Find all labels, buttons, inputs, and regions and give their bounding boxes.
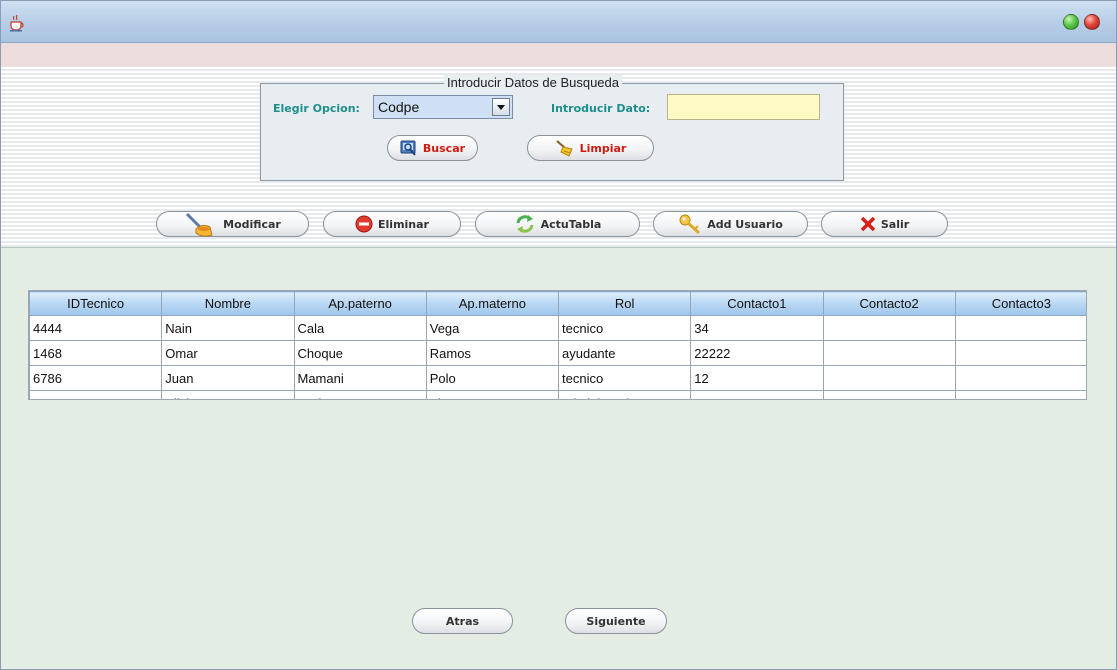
table-cell[interactable]: 6786 (29, 365, 163, 391)
column-header[interactable]: Nombre (161, 291, 295, 316)
table-cell[interactable]: Omar (161, 340, 295, 366)
clear-button[interactable]: Limpiar (527, 135, 654, 161)
table-cell[interactable]: 22222 (690, 340, 824, 366)
table-cell[interactable] (822, 315, 956, 341)
next-button[interactable]: Siguiente (565, 608, 667, 634)
table-cell[interactable]: ayudante (557, 340, 692, 366)
clear-button-label: Limpiar (579, 141, 627, 155)
key-icon (679, 214, 701, 235)
column-header[interactable]: Ap.paterno (293, 291, 427, 316)
table-cell[interactable]: tecnico (557, 365, 692, 391)
table-cell[interactable]: 1222 (822, 390, 956, 399)
table-cell[interactable]: administrador (557, 390, 692, 399)
data-label: Introducir Dato: (551, 102, 651, 115)
table-cell[interactable]: Polo (425, 365, 560, 391)
exit-button-label: Salir (880, 217, 910, 231)
exit-button[interactable]: Salir (821, 211, 948, 237)
application-window: Introducir Datos de Busqueda Elegir Opci… (0, 0, 1117, 670)
table-cell[interactable]: 1212 (690, 390, 824, 399)
refresh-icon (516, 215, 534, 233)
table-row[interactable]: 4444 Nain Cala Vega tecnico 34 (29, 315, 1086, 341)
table-cell[interactable]: 34 (690, 315, 824, 341)
option-select[interactable]: Codpe (373, 95, 513, 119)
add-user-button[interactable]: Add Usuario (653, 211, 808, 237)
results-table[interactable]: IDTecnico Nombre Ap.paterno Ap.materno R… (28, 290, 1087, 400)
table-cell[interactable]: Cala (293, 315, 427, 341)
table-row[interactable]: 6786 Juan Mamani Polo tecnico 12 (29, 365, 1086, 391)
minimize-button[interactable] (1063, 14, 1079, 30)
table-row[interactable]: 1468 Omar Choque Ramos ayudante 22222 (29, 340, 1086, 366)
add-user-button-label: Add Usuario (707, 217, 783, 231)
table-cell[interactable]: Nain (161, 315, 295, 341)
table-cell[interactable]: Tapia (293, 390, 427, 399)
table-cell[interactable]: Ramos (425, 340, 560, 366)
table-cell[interactable]: Mamani (293, 365, 427, 391)
table-cell[interactable] (822, 365, 956, 391)
table-cell[interactable]: Silvia (161, 390, 295, 399)
column-header[interactable]: Contacto3 (954, 291, 1086, 316)
search-icon (400, 140, 416, 156)
data-input[interactable] (667, 94, 820, 120)
close-button[interactable] (1084, 14, 1100, 30)
table-cell[interactable]: 4444 (29, 315, 163, 341)
column-header[interactable]: Rol (557, 291, 692, 316)
edit-button[interactable]: Modificar (156, 211, 309, 237)
refresh-table-button[interactable]: ActuTabla (475, 211, 640, 237)
column-header[interactable]: Contacto1 (690, 291, 824, 316)
search-button-label: Buscar (422, 141, 466, 155)
close-x-icon (860, 216, 876, 232)
table-cell[interactable]: Flores (425, 390, 560, 399)
table-cell[interactable]: Vega (425, 315, 560, 341)
header-strip (1, 43, 1116, 67)
table-cell[interactable]: 1234 (29, 390, 163, 399)
table-cell[interactable]: 1468 (29, 340, 163, 366)
broom-icon (555, 140, 573, 157)
column-header[interactable]: Contacto2 (822, 291, 956, 316)
table-cell[interactable] (954, 340, 1086, 366)
minus-circle-icon (355, 215, 373, 233)
search-button[interactable]: Buscar (387, 135, 478, 161)
table-cell[interactable] (822, 340, 956, 366)
search-group-title: Introducir Datos de Busqueda (444, 75, 622, 90)
refresh-table-button-label: ActuTabla (540, 217, 602, 231)
table-cell[interactable] (954, 315, 1086, 341)
table-row[interactable]: 1234 Silvia Tapia Flores administrador 1… (29, 390, 1086, 399)
option-label: Elegir Opcion: (273, 102, 360, 115)
table-cell[interactable]: 121 (954, 390, 1086, 399)
table-cell[interactable]: Juan (161, 365, 295, 391)
search-group-box: Introducir Datos de Busqueda Elegir Opci… (260, 75, 844, 181)
previous-button-label: Atras (445, 614, 480, 628)
table-cell[interactable]: tecnico (557, 315, 692, 341)
delete-button-label: Eliminar (378, 217, 429, 231)
table-cell[interactable]: 12 (690, 365, 824, 391)
column-header[interactable]: Ap.materno (425, 291, 560, 316)
table-header-row: IDTecnico Nombre Ap.paterno Ap.materno R… (29, 291, 1086, 316)
next-button-label: Siguiente (586, 614, 646, 628)
edit-button-label: Modificar (223, 217, 281, 231)
chevron-down-icon[interactable] (492, 98, 510, 116)
column-header[interactable]: IDTecnico (29, 291, 163, 316)
title-bar[interactable] (1, 1, 1116, 43)
previous-button[interactable]: Atras (412, 608, 513, 634)
table-cell[interactable] (954, 365, 1086, 391)
option-select-value: Codpe (378, 99, 420, 115)
paint-bucket-icon (186, 212, 213, 237)
delete-button[interactable]: Eliminar (323, 211, 461, 237)
table-cell[interactable]: Choque (293, 340, 427, 366)
java-coffee-icon (10, 14, 24, 32)
